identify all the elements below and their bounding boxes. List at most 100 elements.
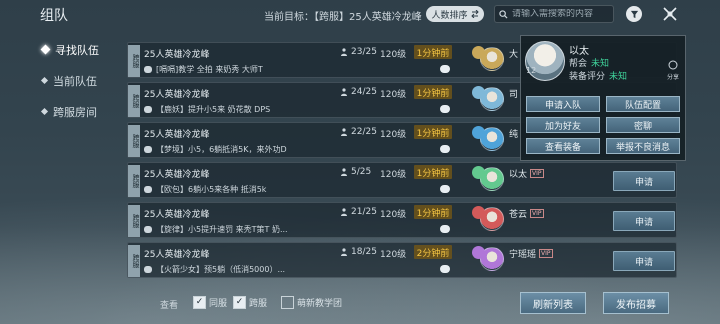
cross-server-tag: 跨服 <box>128 165 140 197</box>
chat-icon[interactable] <box>440 65 450 73</box>
count-text: 24/25 <box>351 87 377 97</box>
share-button[interactable]: 分享 <box>664 60 682 81</box>
leader-name: 纯VIP <box>509 127 518 140</box>
count-text: 22/25 <box>351 127 377 137</box>
sidebar-item-cross-room[interactable]: 跨服房间 <box>28 96 138 127</box>
publish-recruit-button[interactable]: 发布招募 <box>603 292 669 314</box>
chat-bubble-icon <box>144 226 152 233</box>
person-icon <box>341 248 347 256</box>
check-icon: ✓ <box>193 296 206 309</box>
top-bar: 组队 当前目标：【跨服】25人英雄冷龙峰 人数排序 <box>0 0 720 28</box>
chat-bubble-icon <box>144 146 152 153</box>
chat-icon[interactable] <box>440 145 450 153</box>
level-requirement: 120级 <box>380 50 407 60</box>
team-config-button[interactable]: 队伍配置 <box>606 96 680 112</box>
same-server-checkbox[interactable]: ✓ 同服 <box>193 296 227 309</box>
description-text: 【火箭少女】预5躺（低消5000）... <box>156 265 286 274</box>
vip-badge-icon: VIP <box>539 249 553 258</box>
chat-icon[interactable] <box>440 225 450 233</box>
sidebar-item-find-team[interactable]: 寻找队伍 <box>28 34 138 65</box>
diamond-icon <box>40 44 51 55</box>
target-value: 【跨服】25人英雄冷龙峰 <box>314 12 422 23</box>
check-icon: ✓ <box>233 296 246 309</box>
count-text: 5/25 <box>351 167 372 177</box>
close-icon[interactable] <box>662 6 678 22</box>
count-text: 21/25 <box>351 207 377 217</box>
score-value: 未知 <box>609 72 628 82</box>
person-icon <box>341 88 347 96</box>
leader-name-text: 司 <box>509 90 519 100</box>
filter-icon[interactable] <box>626 6 642 22</box>
vip-badge-icon: VIP <box>530 209 544 218</box>
leader-name: 以太 VIP <box>509 167 544 180</box>
diamond-icon <box>40 107 49 116</box>
post-time: 1分钟前 <box>414 205 452 219</box>
view-equipment-button[interactable]: 查看装备 <box>526 138 600 154</box>
class-icon <box>472 126 485 139</box>
checkbox-empty-icon <box>281 296 294 309</box>
leader-name: 苍云 VIP <box>509 207 544 220</box>
page-title: 组队 <box>40 8 68 24</box>
apply-button[interactable]: 申请 <box>613 171 675 191</box>
report-button[interactable]: 举报不良消息 <box>606 138 680 154</box>
leader-name-text: 宁瑶瑶 <box>509 250 537 260</box>
description-text: 【欧包】6躺小5来各种 抵消5k <box>156 185 267 194</box>
post-time: 1分钟前 <box>414 45 452 59</box>
sidebar-item-label: 跨服房间 <box>53 105 97 119</box>
checkbox-label: 同服 <box>209 299 228 309</box>
member-count: 5/25 <box>340 167 371 177</box>
avatar <box>525 41 565 81</box>
team-row[interactable]: 跨服 25人英雄冷龙峰 【欧包】6躺小5来各种 抵消5k 5/25 120级 1分钟前 以太… <box>127 162 677 198</box>
post-time: 1分钟前 <box>414 125 452 139</box>
cross-server-tag: 跨服 <box>128 45 140 77</box>
add-friend-button[interactable]: 加为好友 <box>526 117 600 133</box>
class-icon <box>472 206 485 219</box>
chat-bubble-icon <box>144 66 152 73</box>
level-requirement: 120级 <box>380 130 407 140</box>
share-label: 分享 <box>666 74 679 81</box>
apply-join-button[interactable]: 申请入队 <box>526 96 600 112</box>
post-time: 2分钟前 <box>414 245 452 259</box>
score-label: 装备评分 <box>569 72 606 82</box>
count-text: 18/25 <box>351 247 377 257</box>
chat-icon[interactable] <box>440 185 450 193</box>
member-count: 18/25 <box>340 247 377 257</box>
cross-server-checkbox[interactable]: ✓ 跨服 <box>233 296 267 309</box>
member-count: 23/25 <box>340 47 377 57</box>
class-icon <box>472 86 485 99</box>
chat-icon[interactable] <box>440 265 450 273</box>
sort-button[interactable]: 人数排序 <box>426 6 484 22</box>
popup-score: 装备评分 未知 <box>569 69 627 82</box>
description-text: 【梦境】小5，6躺抵消5K，来外功D <box>156 145 287 154</box>
leader-name-text: 苍云 <box>509 210 528 220</box>
search-box[interactable] <box>494 5 614 23</box>
guild-value: 未知 <box>591 59 610 69</box>
team-description: 【火箭少女】预5躺（低消5000）... <box>144 264 285 275</box>
level-requirement: 120级 <box>380 90 407 100</box>
checkbox-label: 萌新教学团 <box>297 299 343 309</box>
sidebar-item-current-team[interactable]: 当前队伍 <box>28 65 138 96</box>
chat-icon[interactable] <box>440 105 450 113</box>
description-text: [嗝嗝]教学 全拍 来奶秀 大师T <box>156 65 263 74</box>
refresh-list-button[interactable]: 刷新列表 <box>520 292 586 314</box>
team-description: 【梦境】小5，6躺抵消5K，来外功D <box>144 144 287 155</box>
search-input[interactable] <box>512 9 608 19</box>
leader-name: 宁瑶瑶 VIP <box>509 247 553 260</box>
sidebar-item-label: 当前队伍 <box>53 74 97 88</box>
team-row[interactable]: 跨服 25人英雄冷龙峰 【旋律】小5提升速罚 来秃T策T 奶... 21/25 120级… <box>127 202 677 238</box>
apply-button[interactable]: 申请 <box>613 251 675 271</box>
person-icon <box>341 48 347 56</box>
apply-button[interactable]: 申请 <box>613 211 675 231</box>
level-requirement: 120级 <box>380 250 407 260</box>
swap-icon <box>470 10 479 18</box>
member-count: 24/25 <box>340 87 377 97</box>
search-icon <box>499 9 508 19</box>
chat-bubble-icon <box>144 266 152 273</box>
private-chat-button[interactable]: 密聊 <box>606 117 680 133</box>
newbie-team-checkbox[interactable]: 萌新教学团 <box>281 296 342 309</box>
leader-name: 大VIP <box>509 47 518 60</box>
class-icon <box>472 246 485 259</box>
team-row[interactable]: 跨服 25人英雄冷龙峰 【火箭少女】预5躺（低消5000）... 18/25 120级 2… <box>127 242 677 278</box>
popup-player-name: 以太 <box>569 46 589 57</box>
description-text: 【鹿妖】提升小5来 奶花散 DPS <box>156 105 271 114</box>
